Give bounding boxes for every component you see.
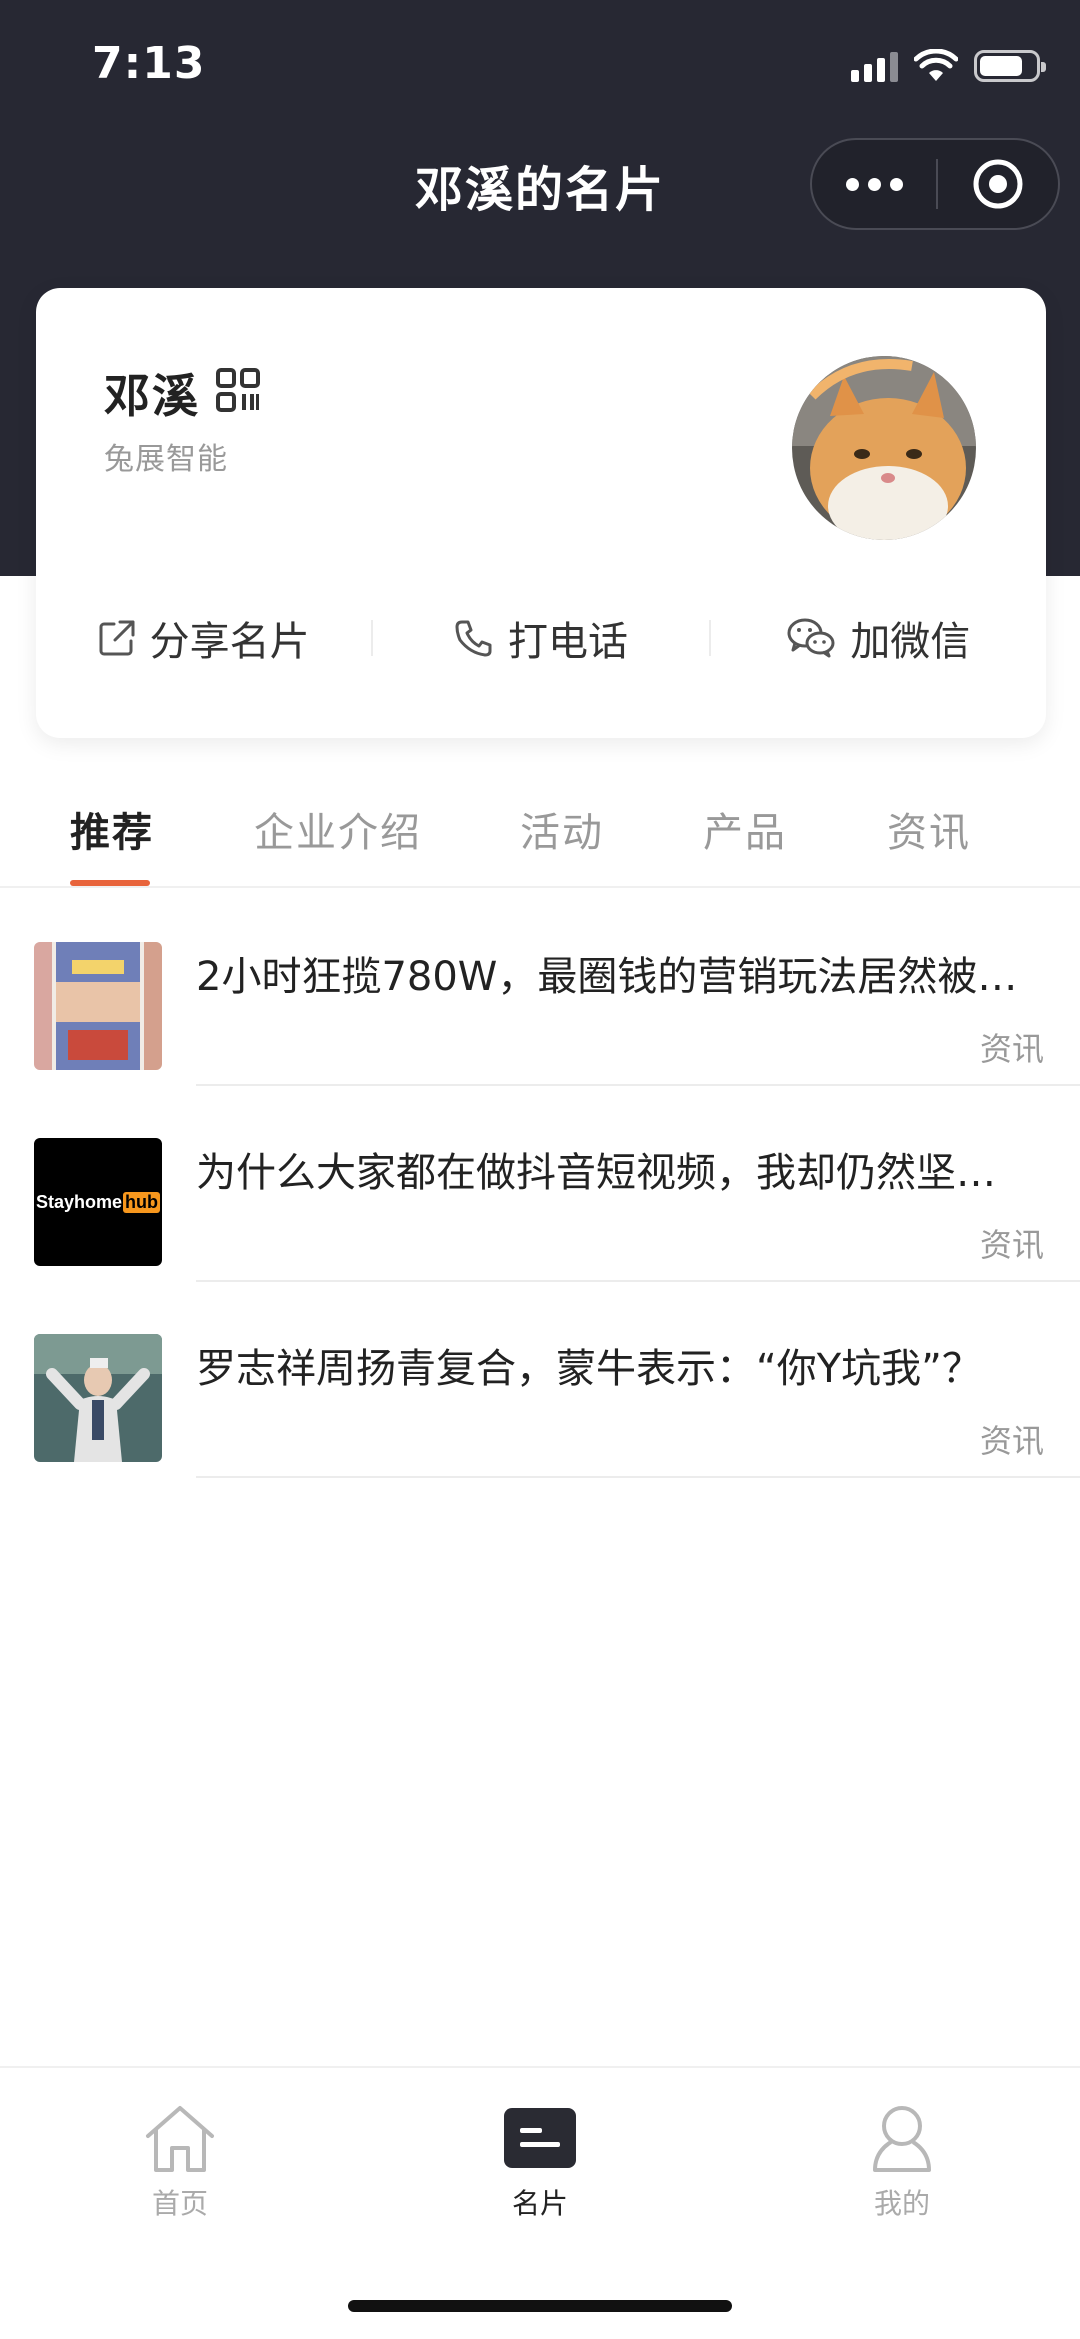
list-item[interactable]: 罗志祥周扬青复合，蒙牛表示：“你Y坑我”？ 资讯	[0, 1282, 1080, 1478]
tabbar-item-home[interactable]: 首页	[80, 2102, 280, 2222]
home-indicator[interactable]	[348, 2300, 732, 2312]
list-divider	[196, 1476, 1080, 1478]
call-label: 打电话	[507, 619, 628, 665]
card-company: 兔展智能	[104, 442, 228, 477]
article-tag: 资讯	[979, 1030, 1044, 1068]
business-card-page: 7:13 邓溪的名片 邓溪 兔展智能 分享名片 打电话 加微信 推荐 企业介绍 …	[0, 0, 1080, 2339]
more-button[interactable]	[812, 140, 936, 228]
article-thumbnail: Stayhome hub	[34, 1138, 162, 1266]
status-bar: 7:13	[0, 0, 1080, 130]
user-icon	[873, 2106, 931, 2172]
target-close-icon	[973, 159, 1023, 209]
share-icon	[99, 620, 135, 656]
list-item[interactable]: Stayhome hub 为什么大家都在做抖音短视频，我却仍然坚… 资讯	[0, 1086, 1080, 1282]
more-dot-icon	[889, 177, 903, 191]
call-button[interactable]: 打电话	[373, 588, 708, 688]
tabbar-label: 我的	[873, 2187, 930, 2220]
share-card-button[interactable]: 分享名片	[36, 588, 371, 688]
tab-products[interactable]: 产品	[703, 800, 787, 858]
tab-recommend[interactable]: 推荐	[70, 800, 154, 858]
tab-company-intro[interactable]: 企业介绍	[254, 800, 422, 858]
tabbar-label: 名片	[511, 2187, 568, 2220]
article-title: 2小时狂揽780W，最圈钱的营销玩法居然被…	[196, 954, 1018, 1000]
business-card: 邓溪 兔展智能 分享名片 打电话 加微信	[36, 288, 1046, 738]
tabbar-label: 首页	[151, 2187, 208, 2220]
home-icon	[146, 2106, 214, 2172]
status-time: 7:13	[92, 38, 206, 89]
add-wechat-button[interactable]: 加微信	[711, 588, 1046, 688]
phone-icon	[455, 620, 492, 657]
article-tag: 资讯	[979, 1226, 1044, 1264]
close-button[interactable]	[938, 140, 1058, 228]
article-list: 2小时狂揽780W，最圈钱的营销玩法居然被… 资讯 Stayhome hub 为什…	[0, 890, 1080, 1478]
more-dot-icon	[867, 177, 881, 191]
thumbnail-logo-text: Stayhome	[35, 1191, 123, 1212]
card-actions: 分享名片 打电话 加微信	[36, 588, 1046, 688]
add-wechat-label: 加微信	[850, 619, 971, 665]
article-title: 为什么大家都在做抖音短视频，我却仍然坚…	[196, 1150, 996, 1196]
tabbar-item-card[interactable]: 名片	[440, 2102, 640, 2222]
thumbnail-logo-badge: hub	[123, 1191, 161, 1213]
status-icons	[851, 44, 1046, 88]
wifi-icon	[914, 49, 958, 81]
signal-icon	[851, 50, 898, 82]
card-name: 邓溪	[104, 369, 200, 423]
battery-icon	[974, 50, 1046, 82]
article-title: 罗志祥周扬青复合，蒙牛表示：“你Y坑我”？	[196, 1346, 982, 1392]
tabbar-item-mine[interactable]: 我的	[802, 2102, 1002, 2222]
tab-activities[interactable]: 活动	[520, 800, 604, 858]
wechat-icon	[787, 618, 835, 658]
bottom-tab-bar: 首页 名片 我的	[0, 2066, 1080, 2339]
active-tab-indicator	[70, 880, 150, 886]
tab-news[interactable]: 资讯	[887, 800, 971, 858]
list-item[interactable]: 2小时狂揽780W，最圈钱的营销玩法居然被… 资讯	[0, 890, 1080, 1086]
share-card-label: 分享名片	[149, 619, 310, 665]
more-dot-icon	[845, 177, 859, 191]
category-tabs: 推荐 企业介绍 活动 产品 资讯	[0, 780, 1080, 888]
card-icon	[504, 2108, 576, 2168]
article-thumbnail	[34, 1334, 162, 1462]
avatar[interactable]	[792, 356, 976, 540]
qrcode-icon[interactable]	[216, 368, 260, 412]
mini-program-capsule	[810, 138, 1060, 230]
article-tag: 资讯	[979, 1422, 1044, 1460]
article-thumbnail	[34, 942, 162, 1070]
